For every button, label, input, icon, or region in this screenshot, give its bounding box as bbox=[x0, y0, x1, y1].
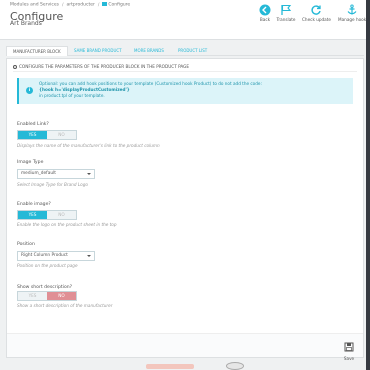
short-description-yes[interactable]: YES bbox=[18, 292, 47, 300]
breadcrumb: Modules and Services / artproducter / Config… bbox=[10, 2, 131, 8]
save-icon bbox=[344, 342, 354, 352]
tab-more-brands[interactable]: MORE BRANDS bbox=[128, 46, 170, 56]
back-arrow-icon bbox=[259, 4, 271, 16]
cog-icon bbox=[13, 65, 17, 69]
image-type-help: Select Image Type for Brand Logo bbox=[17, 182, 88, 187]
enabled-link-label: Enabled Link? bbox=[17, 122, 49, 127]
breadcrumb-item-module[interactable]: artproducter bbox=[67, 3, 95, 8]
tab-product-list[interactable]: PRODUCT LIST bbox=[172, 46, 213, 56]
panel-heading-text: CONFIGURE THE PARAMETERS OF THE PRODUCER… bbox=[19, 64, 190, 69]
tab-same-brand-product[interactable]: SAME BRAND PRODUCT bbox=[68, 46, 128, 56]
badge-logo bbox=[226, 362, 244, 370]
alert-line-3: in product.tpl of your template. bbox=[39, 93, 105, 98]
page-header: Modules and Services / artproducter / Config… bbox=[0, 0, 370, 40]
position-help: Position on the product page bbox=[17, 263, 78, 268]
refresh-icon bbox=[311, 5, 321, 15]
tab-bar: MANUFACTURER BLOCK SAME BRAND PRODUCT MO… bbox=[6, 44, 364, 56]
info-icon: i bbox=[26, 87, 33, 94]
right-edge-strip bbox=[366, 0, 370, 370]
enabled-link-no[interactable]: NO bbox=[47, 131, 76, 139]
image-type-select[interactable]: medium_default bbox=[17, 169, 95, 179]
image-type-value: medium_default bbox=[21, 171, 56, 176]
manage-hooks-button[interactable]: Manage hooks bbox=[338, 4, 369, 32]
short-description-help: Show a short description of the manufact… bbox=[17, 303, 113, 308]
enable-image-no[interactable]: NO bbox=[47, 211, 76, 219]
flag-icon bbox=[281, 4, 292, 15]
vendor-logo bbox=[146, 364, 194, 369]
short-description-group: Show short description? YES NO Show a sh… bbox=[17, 285, 112, 308]
tab-manufacturer-block[interactable]: MANUFACTURER BLOCK bbox=[6, 46, 68, 56]
check-update-label: Check update bbox=[302, 17, 331, 22]
position-select[interactable]: Right Column Product bbox=[17, 251, 95, 261]
chevron-down-icon bbox=[87, 255, 91, 257]
manage-hooks-label: Manage hooks bbox=[338, 17, 369, 22]
chevron-down-icon bbox=[87, 173, 91, 175]
image-type-group: Image Type medium_default Select Image T… bbox=[17, 160, 95, 187]
panel-footer: Save bbox=[7, 333, 363, 361]
short-description-no[interactable]: NO bbox=[47, 292, 76, 300]
page-subtitle: Art Brands bbox=[10, 20, 42, 27]
position-group: Position Right Column Product Position o… bbox=[17, 242, 95, 268]
footer-logos bbox=[0, 360, 370, 370]
position-label: Position bbox=[17, 242, 35, 247]
config-panel: CONFIGURE THE PARAMETERS OF THE PRODUCER… bbox=[6, 58, 364, 361]
info-alert: i Optional: you can add hook positions t… bbox=[17, 78, 353, 104]
enabled-link-yes[interactable]: YES bbox=[18, 131, 47, 139]
enable-image-switch[interactable]: YES NO bbox=[17, 210, 77, 220]
anchor-icon bbox=[347, 4, 357, 15]
short-description-label: Show short description? bbox=[17, 285, 73, 290]
save-button[interactable]: Save bbox=[341, 337, 357, 361]
enable-image-yes[interactable]: YES bbox=[18, 211, 47, 219]
content-area: MANUFACTURER BLOCK SAME BRAND PRODUCT MO… bbox=[6, 44, 364, 361]
breadcrumb-item-configure: Configure bbox=[108, 2, 131, 8]
enabled-link-help: Displays the name of the manufacturer's … bbox=[17, 143, 160, 148]
enabled-link-group: Enabled Link? YES NO Displays the name o… bbox=[17, 122, 160, 148]
check-update-button[interactable]: Check update bbox=[302, 4, 331, 32]
translate-button[interactable]: Translate bbox=[272, 4, 300, 32]
short-description-switch[interactable]: YES NO bbox=[17, 291, 77, 301]
breadcrumb-item-modules[interactable]: Modules and Services bbox=[10, 3, 59, 8]
enable-image-group: Enable image? YES NO Enable the logo on … bbox=[17, 202, 117, 227]
enabled-link-switch[interactable]: YES NO bbox=[17, 130, 77, 140]
translate-label: Translate bbox=[276, 17, 296, 22]
image-type-label: Image Type bbox=[17, 160, 44, 165]
panel-heading: CONFIGURE THE PARAMETERS OF THE PRODUCER… bbox=[13, 62, 357, 72]
position-value: Right Column Product bbox=[21, 253, 68, 258]
configure-icon bbox=[102, 2, 108, 6]
enable-image-help: Enable the logo on the product sheet in … bbox=[17, 222, 117, 227]
enable-image-label: Enable image? bbox=[17, 202, 51, 207]
